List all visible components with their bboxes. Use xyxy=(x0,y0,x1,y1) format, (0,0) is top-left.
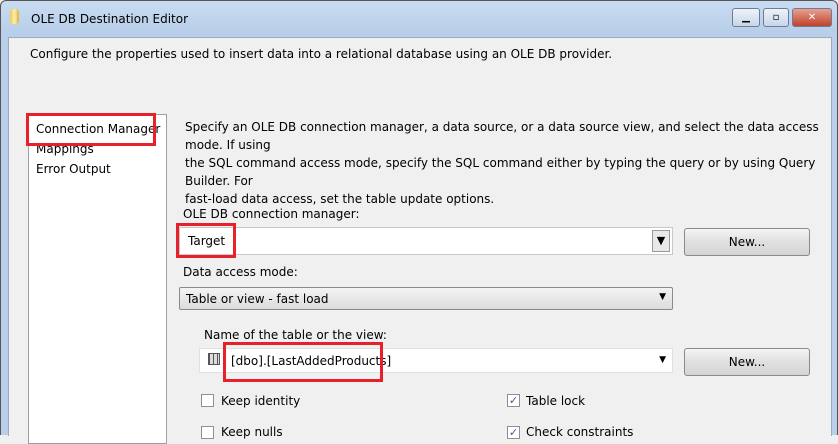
keep-nulls-label: Keep nulls xyxy=(221,425,283,439)
highlight-box xyxy=(223,342,383,382)
table-label: Name of the table or the view: xyxy=(204,328,387,342)
maximize-button[interactable]: ▫ xyxy=(763,8,789,27)
keep-nulls-checkbox[interactable] xyxy=(201,426,214,439)
dialog-description: Configure the properties used to insert … xyxy=(30,47,613,61)
window-title: OLE DB Destination Editor xyxy=(31,12,189,26)
keep-identity-checkbox[interactable] xyxy=(201,394,214,407)
intro-line: the SQL command access mode, specify the… xyxy=(185,156,816,188)
table-lock-label: Table lock xyxy=(526,394,586,408)
intro-text: Specify an OLE DB connection manager, a … xyxy=(185,118,838,208)
connection-label: OLE DB connection manager: xyxy=(183,207,360,221)
table-lock-checkbox[interactable]: ✓ xyxy=(507,394,520,407)
check-constraints-checkbox[interactable]: ✓ xyxy=(507,426,520,439)
close-button[interactable]: ✕ xyxy=(792,8,832,27)
intro-line: Specify an OLE DB connection manager, a … xyxy=(185,120,819,152)
highlight-box xyxy=(176,223,236,258)
table-icon xyxy=(208,353,220,365)
chevron-down-icon: ▼ xyxy=(659,355,666,365)
nav-item-error-output[interactable]: Error Output xyxy=(36,162,111,176)
app-icon xyxy=(10,9,19,24)
intro-line: fast-load data access, set the table upd… xyxy=(185,192,495,206)
new-table-button[interactable]: New... xyxy=(684,348,810,376)
access-mode-label: Data access mode: xyxy=(183,265,298,279)
access-mode-value: Table or view - fast load xyxy=(186,292,329,306)
new-connection-button[interactable]: New... xyxy=(684,228,810,256)
access-mode-select[interactable]: Table or view - fast load ▼ xyxy=(179,287,673,310)
highlight-box xyxy=(26,113,156,146)
keep-identity-label: Keep identity xyxy=(221,394,301,408)
connection-manager-combo[interactable]: Target ▼ xyxy=(179,227,673,255)
dropdown-arrow-icon[interactable]: ▼ xyxy=(652,230,670,252)
check-constraints-label: Check constraints xyxy=(526,425,634,439)
chevron-down-icon: ▼ xyxy=(659,292,666,302)
minimize-button[interactable]: ▁ xyxy=(732,8,760,27)
nav-panel: Connection Manager Mappings Error Output xyxy=(28,114,167,444)
